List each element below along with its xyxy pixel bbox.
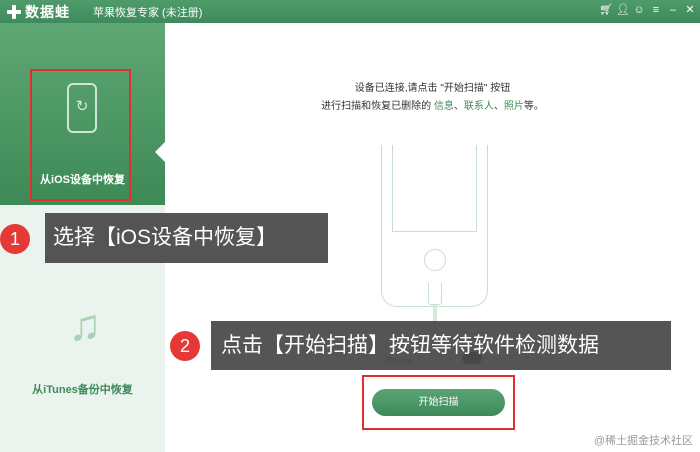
user-icon[interactable]: 👤︎: [616, 3, 630, 17]
highlight-box-scan: [362, 375, 515, 430]
step2-badge: 2: [170, 331, 200, 361]
step1-badge: 1: [0, 224, 30, 254]
app-logo: 数据蛙: [6, 2, 70, 22]
app-title: 苹果恢复专家 (未注册): [93, 7, 203, 19]
logo-text: 数据蛙: [25, 4, 70, 20]
active-pointer: [155, 142, 165, 162]
window-controls: 🛒︎ 👤︎ ☺ ≡ – ✕: [599, 3, 696, 17]
connection-message: 设备已连接,请点击 "开始扫描" 按钮: [354, 83, 511, 94]
link-contacts[interactable]: 联系人: [464, 101, 494, 112]
step2-tooltip: 点击【开始扫描】按钮等待软件检测数据: [211, 321, 671, 370]
music-note-icon: ♫: [68, 301, 102, 350]
plus-logo-icon: [6, 4, 22, 20]
link-messages[interactable]: 信息: [434, 101, 454, 112]
highlight-box-ios: [30, 69, 131, 201]
step1-tooltip: 选择【iOS设备中恢复】: [45, 213, 328, 263]
watermark: @稀土掘金技术社区: [593, 435, 693, 447]
chat-icon[interactable]: ☺: [633, 3, 645, 17]
recovery-message: 进行扫描和恢复已删除的 信息、联系人、照片等。: [321, 101, 544, 112]
lightning-connector: [428, 283, 442, 305]
link-photos[interactable]: 照片: [504, 101, 524, 112]
menu-icon[interactable]: ≡: [650, 3, 662, 17]
cart-icon[interactable]: 🛒︎: [599, 3, 613, 17]
device-screen: [392, 145, 477, 232]
minimize-icon[interactable]: –: [667, 3, 679, 17]
close-icon[interactable]: ✕: [684, 3, 696, 17]
sidebar-item-label: 从iTunes备份中恢复: [32, 384, 133, 396]
title-bar: 数据蛙 苹果恢复专家 (未注册) 🛒︎ 👤︎ ☺ ≡ – ✕: [0, 0, 700, 23]
home-button-icon: [424, 249, 446, 271]
